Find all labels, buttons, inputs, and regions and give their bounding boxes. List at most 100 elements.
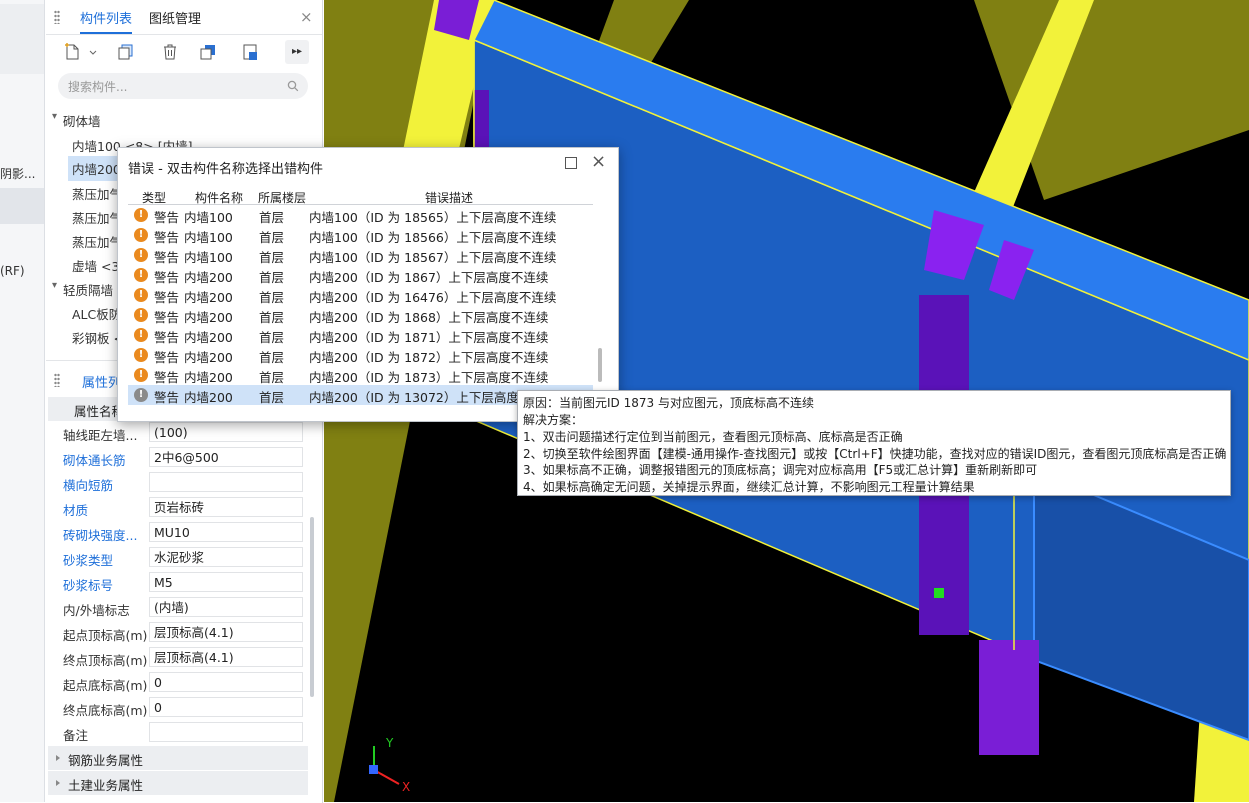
selected-dock-item[interactable]	[0, 188, 44, 224]
property-row[interactable]: 内/外墙标志 (内墙)	[46, 596, 308, 621]
error-cell-name: 内墙100	[184, 230, 233, 245]
error-cell-type: 警告	[154, 230, 180, 245]
scrollbar-thumb[interactable]	[598, 348, 602, 382]
column-header-floor[interactable]: 所属楼层	[258, 189, 306, 206]
copy-icon[interactable]	[116, 42, 136, 62]
tree-item[interactable]: 蒸压加气	[72, 208, 122, 227]
warning-icon: !	[134, 248, 148, 262]
tab-component-list[interactable]: 构件列表	[80, 8, 133, 34]
collapse-arrow-icon[interactable]: ▾	[52, 280, 57, 291]
drag-grip-icon[interactable]	[54, 10, 60, 24]
search-input[interactable]: 搜索构件...	[58, 73, 308, 99]
error-cell-desc: 内墙100（ID 为 18566）上下层高度不连续	[309, 230, 557, 245]
error-cell-floor: 首层	[259, 270, 285, 285]
property-row[interactable]: 起点顶标高(m) 层顶标高(4.1)	[46, 621, 308, 646]
property-row[interactable]: 起点底标高(m) 0	[46, 671, 308, 696]
property-label: 材质	[63, 503, 89, 518]
left-dock-strip: 阴影... (RF)	[0, 0, 45, 802]
property-value-field[interactable]	[149, 472, 303, 492]
group-civil-properties[interactable]: 土建业务属性	[48, 771, 308, 795]
error-row[interactable]: ! 警告 内墙200 首层 内墙200（ID 为 1873）上下层高度不连续	[128, 365, 593, 385]
error-cell-floor: 首层	[259, 330, 285, 345]
property-row[interactable]: 砂浆标号 M5	[46, 571, 308, 596]
property-row[interactable]: 横向短筋	[46, 471, 308, 496]
property-label: 起点顶标高(m)	[63, 628, 148, 643]
error-row[interactable]: ! 警告 内墙200 首层 内墙200（ID 为 16476）上下层高度不连续	[128, 285, 593, 305]
maximize-icon[interactable]	[565, 157, 577, 169]
scrollbar-thumb[interactable]	[310, 517, 314, 697]
property-row[interactable]: 备注	[46, 721, 308, 746]
error-row[interactable]: ! 警告 内墙200 首层 内墙200（ID 为 1868）上下层高度不连续	[128, 305, 593, 325]
tab-properties[interactable]: 属性列	[82, 372, 121, 391]
tree-item[interactable]: 蒸压加气	[72, 232, 122, 251]
error-row[interactable]: ! 警告 内墙100 首层 内墙100（ID 为 18565）上下层高度不连续	[128, 205, 593, 225]
error-cell-type: 警告	[154, 330, 180, 345]
error-cell-desc: 内墙200（ID 为 1873）上下层高度不连续	[309, 370, 549, 385]
column-header-type[interactable]: 类型	[142, 189, 166, 206]
tree-category-masonry-wall[interactable]: 砌体墙	[63, 111, 101, 130]
tree-item[interactable]: 虚墙 <3	[72, 256, 119, 275]
property-value-field[interactable]: 层顶标高(4.1)	[149, 622, 303, 642]
property-row[interactable]: 砌体通长筋 2中6@500	[46, 446, 308, 471]
property-value-field[interactable]: 层顶标高(4.1)	[149, 647, 303, 667]
more-tools-button[interactable]: ▸▸	[285, 40, 309, 64]
new-component-icon[interactable]	[62, 42, 82, 62]
property-row[interactable]: 砖砌块强度... MU10	[46, 521, 308, 546]
property-label: 砖砌块强度...	[63, 528, 138, 543]
close-icon[interactable]: ×	[591, 151, 606, 172]
column-header-name[interactable]: 构件名称	[195, 189, 243, 206]
error-cell-floor: 首层	[259, 310, 285, 325]
property-label: 砂浆标号	[63, 578, 114, 593]
error-tooltip: 原因：当前图元ID 1873 与对应图元，顶底标高不连续 解决方案： 1、双击问…	[517, 390, 1231, 496]
chevron-down-icon[interactable]	[88, 42, 98, 62]
layer-copy-icon[interactable]	[240, 42, 260, 62]
property-value-field[interactable]: 页岩标砖	[149, 497, 303, 517]
error-row[interactable]: ! 警告 内墙200 首层 内墙200（ID 为 1867）上下层高度不连续	[128, 265, 593, 285]
purple-column	[979, 640, 1039, 755]
property-value-field[interactable]	[149, 722, 303, 742]
warning-icon: !	[134, 268, 148, 282]
search-icon[interactable]	[287, 80, 299, 92]
property-label: 砂浆类型	[63, 553, 114, 568]
error-row[interactable]: ! 警告 内墙100 首层 内墙100（ID 为 18567）上下层高度不连续	[128, 245, 593, 265]
property-row[interactable]: 轴线距左墙... (100)	[46, 421, 308, 446]
tree-category-light-partition[interactable]: 轻质隔墙	[63, 280, 113, 299]
group-rebar-properties[interactable]: 钢筋业务属性	[48, 746, 308, 770]
error-row[interactable]: ! 警告 内墙200 首层 内墙200（ID 为 1871）上下层高度不连续	[128, 325, 593, 345]
error-dialog: 错误 - 双击构件名称选择出错构件 × 类型 构件名称 所属楼层 错误描述 ! 警…	[117, 147, 619, 422]
property-row[interactable]: 终点顶标高(m) 层顶标高(4.1)	[46, 646, 308, 671]
property-value-field[interactable]: 0	[149, 697, 303, 717]
property-row[interactable]: 砂浆类型 水泥砂浆	[46, 546, 308, 571]
warning-icon: !	[134, 228, 148, 242]
column-header-description[interactable]: 错误描述	[425, 189, 473, 206]
tab-drawing-management[interactable]: 图纸管理	[149, 8, 201, 27]
duplicate-icon[interactable]	[198, 42, 218, 62]
error-cell-desc: 内墙200（ID 为 16476）上下层高度不连续	[309, 290, 557, 305]
tree-item[interactable]: ALC板防	[72, 304, 121, 323]
tree-item[interactable]: 蒸压加气	[72, 184, 122, 203]
collapse-arrow-icon[interactable]: ▾	[52, 111, 57, 122]
tooltip-reason: 原因：当前图元ID 1873 与对应图元，顶底标高不连续	[523, 396, 814, 410]
error-row[interactable]: ! 警告 内墙200 首层 内墙200（ID 为 1872）上下层高度不连续	[128, 345, 593, 365]
group-label: 钢筋业务属性	[68, 753, 144, 768]
component-tabbar: 构件列表 图纸管理 ×	[46, 0, 322, 35]
property-row[interactable]: 终点底标高(m) 0	[46, 696, 308, 721]
property-value-field[interactable]: 0	[149, 672, 303, 692]
properties-panel: 属性列 属性名称 轴线距左墙... (100) 砌体通长筋 2中6@500 横向短筋 材质…	[46, 360, 323, 803]
error-row[interactable]: ! 警告 内墙100 首层 内墙100（ID 为 18566）上下层高度不连续	[128, 225, 593, 245]
property-value-field[interactable]: (100)	[149, 422, 303, 442]
y-axis-label: Y	[386, 736, 394, 750]
close-icon[interactable]: ×	[300, 8, 313, 26]
property-value-field[interactable]: M5	[149, 572, 303, 592]
x-axis-label: X	[402, 780, 411, 794]
property-value-field[interactable]: MU10	[149, 522, 303, 542]
warning-icon: !	[134, 288, 148, 302]
delete-icon[interactable]	[160, 42, 180, 62]
property-row[interactable]: 材质 页岩标砖	[46, 496, 308, 521]
property-value-field[interactable]: 水泥砂浆	[149, 547, 303, 567]
warning-icon: !	[134, 368, 148, 382]
property-value-field[interactable]: 2中6@500	[149, 447, 303, 467]
drag-grip-icon[interactable]	[54, 373, 60, 387]
property-value-field[interactable]: (内墙)	[149, 597, 303, 617]
error-cell-name: 内墙200	[184, 330, 233, 345]
